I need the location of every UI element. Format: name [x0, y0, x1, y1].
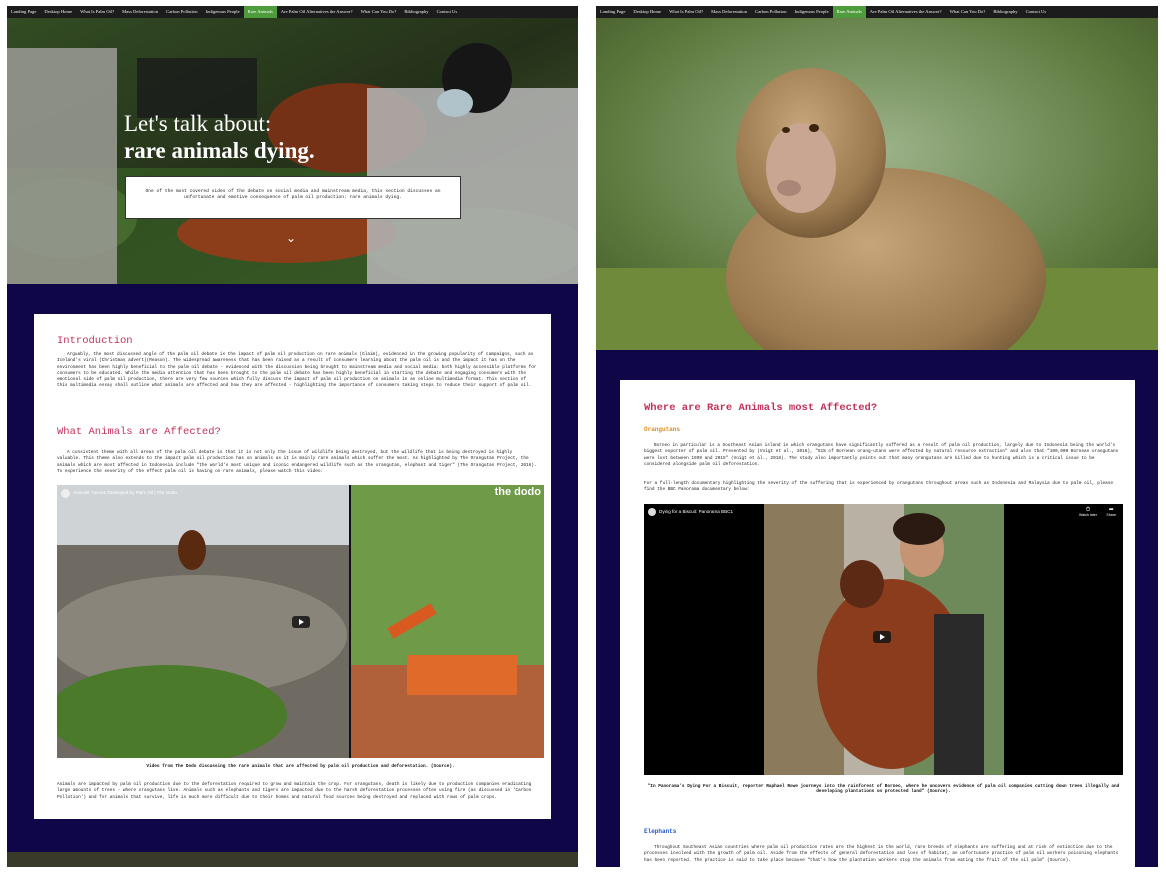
video-caption: "In Panorama's Dying For a Biscuit, repo…: [647, 784, 1120, 794]
intro-heading: Introduction: [57, 335, 133, 347]
next-section-image: [7, 852, 578, 867]
play-button-icon[interactable]: [292, 616, 310, 628]
nav-item-mass-deforestation[interactable]: Mass Deforestation: [118, 6, 162, 18]
nav-item-rare-animals[interactable]: Rare Animals: [243, 6, 277, 18]
nav-item-carbon-pollution[interactable]: Carbon Pollution: [162, 6, 202, 18]
watch-later-button[interactable]: ⏱ Watch later: [1079, 507, 1097, 517]
nav-item-are-palm-oil-alternatives-the-answer[interactable]: Are Palm Oil Alternatives the Answer?: [277, 6, 357, 18]
video-title[interactable]: Dying for a Biscuit: Panorama BBC1: [659, 509, 733, 514]
impact-text: Animals are impacted by palm oil product…: [57, 782, 532, 800]
panorama-video-embed[interactable]: Dying for a Biscuit: Panorama BBC1 ⏱ Wat…: [644, 504, 1123, 775]
dodo-logo-text: the dodo: [494, 486, 541, 498]
hero-title-line1: Let's talk about:: [124, 111, 272, 136]
nav-item-rare-animals[interactable]: Rare Animals: [832, 6, 866, 18]
nav-item-landing-page[interactable]: Landing Page: [7, 6, 40, 18]
left-page-screenshot: Landing Page Desktop Home What Is Palm Oil…: [7, 6, 578, 867]
affected-heading: What Animals are Affected?: [57, 426, 221, 438]
video-title[interactable]: Animals' Homes Destroyed by Palm Oil | T…: [73, 490, 177, 495]
nav-item-mass-deforestation[interactable]: Mass Deforestation: [707, 6, 751, 18]
play-button-icon[interactable]: [873, 631, 891, 643]
orangutans-text: Borneo in particular is a Southeast Asia…: [644, 443, 1119, 467]
where-heading: Where are Rare Animals most Affected?: [644, 402, 878, 414]
nav-item-what-is-palm-oil[interactable]: What Is Palm Oil?: [76, 6, 118, 18]
intro-text: Arguably, the most discussed angle of th…: [57, 352, 537, 389]
nav-item-carbon-pollution[interactable]: Carbon Pollution: [751, 6, 791, 18]
hero-title-line2: rare animals dying.: [124, 138, 315, 163]
right-page-screenshot: Landing Page Desktop Home What Is Palm Oil…: [596, 6, 1158, 867]
nav-item-are-palm-oil-alternatives-the-answer[interactable]: Are Palm Oil Alternatives the Answer?: [866, 6, 946, 18]
hero-photo-macaque: [596, 18, 1158, 350]
hero-title: Let's talk about: rare animals dying.: [124, 110, 315, 164]
share-label: Share: [1106, 513, 1116, 517]
nav-item-what-is-palm-oil[interactable]: What Is Palm Oil?: [665, 6, 707, 18]
dodo-video-embed[interactable]: Animals' Homes Destroyed by Palm Oil | T…: [57, 485, 544, 758]
hero-image-orangutan-rescue: Let's talk about: rare animals dying. On…: [7, 18, 578, 284]
nav-item-contact-us[interactable]: Contact Us: [433, 6, 462, 18]
watch-later-label: Watch later: [1078, 513, 1097, 517]
nav-item-what-can-you-do[interactable]: What Can You Do?: [357, 6, 401, 18]
nav-item-desktop-home[interactable]: Desktop Home: [629, 6, 665, 18]
share-button[interactable]: ➦ Share: [1106, 507, 1116, 517]
nav-item-bibliography[interactable]: Bibliography: [400, 6, 432, 18]
hero-summary-text: One of the most covered sides of the deb…: [145, 189, 441, 201]
nav-item-indigenous-people[interactable]: Indigenous People: [791, 6, 833, 18]
content-card: Where are Rare Animals most Affected? Or…: [620, 380, 1135, 867]
video-caption: Video from The Dodo discussing the rare …: [146, 764, 455, 769]
nav-item-landing-page[interactable]: Landing Page: [596, 6, 629, 18]
orangutans-heading: Orangutans: [644, 426, 681, 433]
affected-text: A consistent theme with all areas of the…: [57, 450, 537, 474]
top-navigation: Landing Page Desktop Home What Is Palm Oil…: [596, 6, 1158, 18]
nav-item-contact-us[interactable]: Contact Us: [1022, 6, 1051, 18]
hero-image-macaque: [596, 18, 1158, 350]
hero-summary-box: One of the most covered sides of the deb…: [125, 176, 461, 219]
elephants-heading: Elephants: [644, 828, 677, 835]
content-card: Introduction Arguably, the most discusse…: [34, 314, 551, 819]
nav-item-what-can-you-do[interactable]: What Can You Do?: [946, 6, 990, 18]
chevron-down-icon[interactable]: ⌄: [286, 231, 296, 245]
nav-item-bibliography[interactable]: Bibliography: [989, 6, 1021, 18]
nav-item-desktop-home[interactable]: Desktop Home: [40, 6, 76, 18]
elephants-text: Throughout Southeast Asian countries whe…: [644, 845, 1119, 863]
channel-avatar[interactable]: [61, 489, 70, 498]
top-navigation: Landing Page Desktop Home What Is Palm Oil…: [7, 6, 578, 18]
dodo-logo: the dodo: [475, 487, 541, 521]
nav-item-indigenous-people[interactable]: Indigenous People: [202, 6, 244, 18]
channel-avatar[interactable]: [648, 508, 656, 516]
documentary-intro-text: For a full-length documentary highlighti…: [644, 481, 1113, 493]
